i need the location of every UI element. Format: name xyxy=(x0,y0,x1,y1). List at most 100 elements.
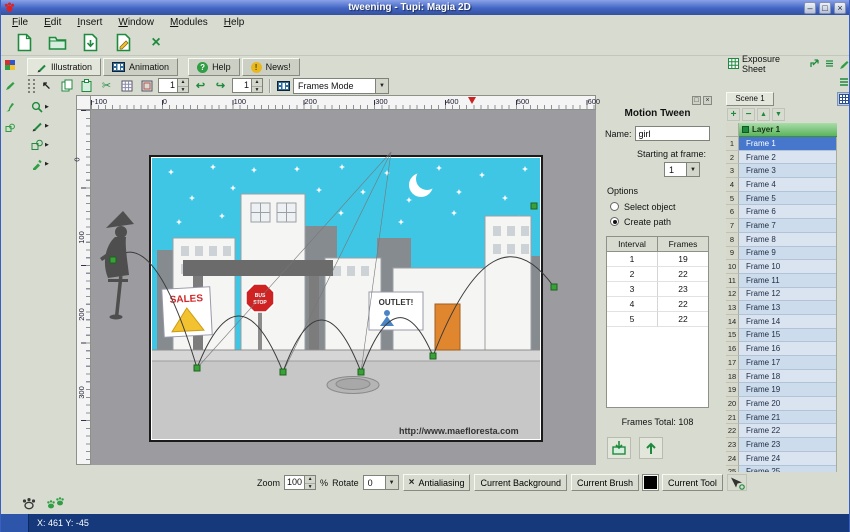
frame-cell[interactable]: Frame 21 xyxy=(739,411,836,425)
frame-row[interactable]: 22 Frame 22 xyxy=(726,424,836,438)
move-layer-up-button[interactable]: ▲ xyxy=(757,108,770,121)
frame-cell[interactable]: Frame 16 xyxy=(739,342,836,356)
frame-row[interactable]: 21 Frame 21 xyxy=(726,411,836,425)
toolbar-drag-handle[interactable] xyxy=(28,79,35,93)
frame-row[interactable]: 4 Frame 4 xyxy=(726,178,836,192)
radio-option[interactable]: Select object xyxy=(610,199,714,214)
float-panel-button[interactable]: □ xyxy=(692,96,701,105)
frame-row[interactable]: 19 Frame 19 xyxy=(726,383,836,397)
pencil-tool-button[interactable]: ▶ xyxy=(31,120,49,132)
spinner-up-icon[interactable]: ▲ xyxy=(305,476,315,483)
dock-scenes-button[interactable] xyxy=(837,58,850,72)
reset-tween-button[interactable] xyxy=(639,437,663,459)
frame-cell[interactable]: Frame 11 xyxy=(739,274,836,288)
dock-library-button[interactable] xyxy=(837,75,850,89)
move-layer-down-button[interactable]: ▼ xyxy=(772,108,785,121)
frame-cell[interactable]: Frame 8 xyxy=(739,233,836,247)
redo-button[interactable]: ↪ xyxy=(212,78,229,94)
table-row[interactable]: 5 22 xyxy=(607,312,708,327)
frame-cell[interactable]: Frame 10 xyxy=(739,260,836,274)
frame-row[interactable]: 17 Frame 17 xyxy=(726,356,836,370)
fill-tool-button[interactable]: ▶ xyxy=(31,158,49,170)
antialiasing-button[interactable]: ×Antialiasing xyxy=(403,474,471,491)
frame-cell[interactable]: Frame 19 xyxy=(739,383,836,397)
copy-button[interactable] xyxy=(58,78,75,94)
frame-row[interactable]: 6 Frame 6 xyxy=(726,205,836,219)
frame-cell[interactable]: Frame 2 xyxy=(739,151,836,165)
frame-cell[interactable]: Frame 5 xyxy=(739,192,836,206)
frame-row[interactable]: 18 Frame 18 xyxy=(726,370,836,384)
rotate-combo[interactable]: 0▼ xyxy=(363,475,399,490)
dock-exposure-button[interactable] xyxy=(837,92,850,106)
add-layer-button[interactable]: + xyxy=(727,108,740,121)
tab-animation[interactable]: Animation xyxy=(103,58,178,76)
frame-row[interactable]: 23 Frame 23 xyxy=(726,438,836,452)
frame-cell[interactable]: Frame 17 xyxy=(739,356,836,370)
grid-button[interactable] xyxy=(118,78,135,94)
table-row[interactable]: 2 22 xyxy=(607,267,708,282)
minimize-button[interactable]: – xyxy=(804,2,816,14)
frame-cell[interactable]: Frame 9 xyxy=(739,247,836,261)
spinner-down-icon[interactable]: ▼ xyxy=(252,86,262,93)
frame-cell[interactable]: Frame 3 xyxy=(739,164,836,178)
frame-row[interactable]: 7 Frame 7 xyxy=(726,219,836,233)
radio-option[interactable]: Create path xyxy=(610,214,714,229)
onion-next-spinner[interactable]: 1▲▼ xyxy=(232,78,263,93)
frame-row[interactable]: 15 Frame 15 xyxy=(726,329,836,343)
menu-item[interactable]: Modules xyxy=(162,16,216,29)
undo-button[interactable]: ↩ xyxy=(192,78,209,94)
scene-tab[interactable]: Scene 1 xyxy=(726,92,774,106)
frame-cell[interactable]: Frame 6 xyxy=(739,205,836,219)
spinner-down-icon[interactable]: ▼ xyxy=(305,483,315,490)
tween-name-input[interactable] xyxy=(635,126,710,141)
frame-cell[interactable]: Frame 24 xyxy=(739,452,836,466)
frame-cell[interactable]: Frame 23 xyxy=(739,438,836,452)
start-frame-combo[interactable]: 1▼ xyxy=(664,162,700,177)
news-button[interactable]: ! News! xyxy=(242,58,300,76)
frame-row[interactable]: 5 Frame 5 xyxy=(726,192,836,206)
frame-row[interactable]: 20 Frame 20 xyxy=(726,397,836,411)
frame-cell[interactable]: Frame 1 xyxy=(739,137,836,151)
table-row[interactable]: 4 22 xyxy=(607,297,708,312)
selection-tool-button[interactable]: ↖ xyxy=(38,78,55,94)
close-button[interactable]: × xyxy=(834,2,846,14)
save-as-button[interactable] xyxy=(111,32,135,54)
dock-brush-button[interactable] xyxy=(3,100,17,114)
canvas-workspace[interactable]: SALES BUS STOP OUTLET! http://www.maeflo… xyxy=(91,110,596,465)
save-project-button[interactable] xyxy=(78,32,102,54)
dock-palette-button[interactable] xyxy=(3,58,17,72)
frame-cell[interactable]: Frame 20 xyxy=(739,397,836,411)
frame-row[interactable]: 10 Frame 10 xyxy=(726,260,836,274)
frames-mode-combo[interactable]: Frames Mode▼ xyxy=(293,78,389,94)
frame-cell[interactable]: Frame 12 xyxy=(739,288,836,302)
zoom-spinner[interactable]: 100▲▼ xyxy=(284,475,316,490)
maximize-button[interactable]: □ xyxy=(819,2,831,14)
menu-item[interactable]: Insert xyxy=(69,16,110,29)
frame-cell[interactable]: Frame 13 xyxy=(739,301,836,315)
frame-row[interactable]: 13 Frame 13 xyxy=(726,301,836,315)
cut-button[interactable]: ✂ xyxy=(98,78,115,94)
frame-cell[interactable]: Frame 14 xyxy=(739,315,836,329)
spinner-down-icon[interactable]: ▼ xyxy=(178,86,188,93)
close-project-button[interactable]: × xyxy=(144,32,168,54)
frame-row[interactable]: 24 Frame 24 xyxy=(726,452,836,466)
spinner-up-icon[interactable]: ▲ xyxy=(178,79,188,86)
tab-illustration[interactable]: Illustration xyxy=(27,58,101,76)
layer-header[interactable]: Layer 1 xyxy=(739,123,837,137)
frame-row[interactable]: 12 Frame 12 xyxy=(726,288,836,302)
help-button[interactable]: ? Help xyxy=(188,58,240,76)
onion-prev-spinner[interactable]: 1▲▼ xyxy=(158,78,189,93)
frame-cell[interactable]: Frame 18 xyxy=(739,370,836,384)
frame-row[interactable]: 11 Frame 11 xyxy=(726,274,836,288)
frame-row[interactable]: 3 Frame 3 xyxy=(726,164,836,178)
detach-panel-button[interactable] xyxy=(808,58,820,70)
shapes-tool-button[interactable]: ▶ xyxy=(31,139,49,151)
horizontal-ruler[interactable]: -1000100200300400500600 xyxy=(91,95,596,110)
frame-row[interactable]: 1 Frame 1 xyxy=(726,137,836,151)
open-project-button[interactable] xyxy=(45,32,69,54)
table-row[interactable]: 1 19 xyxy=(607,252,708,267)
vertical-ruler[interactable]: 0100200300 xyxy=(76,110,91,465)
apply-tween-button[interactable] xyxy=(607,437,631,459)
dock-objects-button[interactable] xyxy=(3,121,17,135)
remove-layer-button[interactable]: − xyxy=(742,108,755,121)
